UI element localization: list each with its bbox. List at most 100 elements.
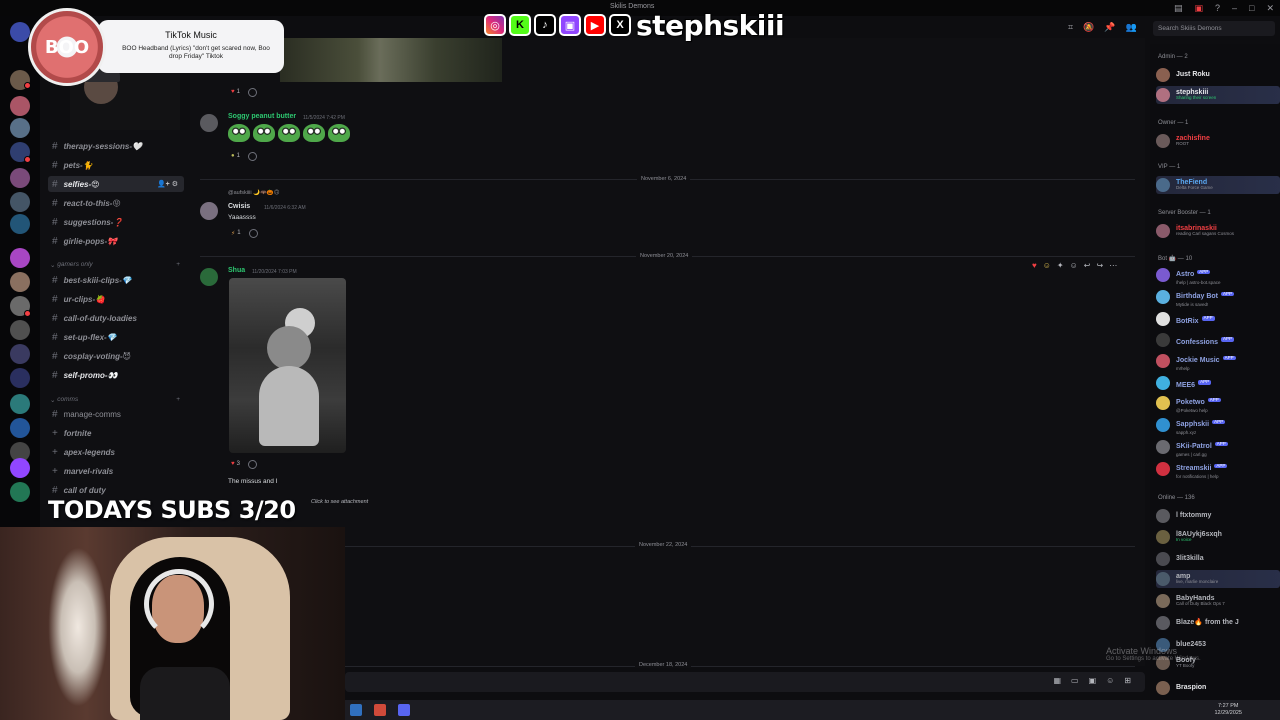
reaction-pill[interactable]: ⚡ 1 xyxy=(231,228,258,238)
avatar[interactable] xyxy=(200,114,218,132)
member-item[interactable]: 3lit3killa xyxy=(1156,550,1280,568)
server-icon[interactable] xyxy=(10,368,30,388)
avatar[interactable] xyxy=(200,268,218,286)
member-item[interactable]: ConfessionsAPP xyxy=(1156,331,1280,349)
add-reaction-icon[interactable] xyxy=(247,87,257,97)
channel-selfies[interactable]: # selfies-😍 👤+ ⚙ xyxy=(48,176,184,192)
server-icon[interactable] xyxy=(10,214,30,234)
reaction-pill[interactable]: ● 1 xyxy=(231,151,257,161)
discord-taskbar-icon[interactable] xyxy=(398,704,410,716)
member-item[interactable]: BabyHands Call of Duty Black Ops 7 xyxy=(1156,592,1280,610)
channel-suggestions[interactable]: # suggestions-❓ xyxy=(48,214,184,230)
member-item[interactable]: AstroAPP/help | astro-bot.space xyxy=(1156,266,1280,285)
member-item[interactable]: MEE6APP xyxy=(1156,374,1280,392)
member-item[interactable]: Birthday BotAPP Mytide is saved! xyxy=(1156,288,1280,307)
apps-icon[interactable]: ▦ xyxy=(1053,676,1061,685)
pin-icon[interactable]: 📌 xyxy=(1104,22,1115,33)
minimize-icon[interactable]: – xyxy=(1232,2,1237,14)
chrome-icon[interactable] xyxy=(374,704,386,716)
avatar[interactable] xyxy=(200,202,218,220)
attachment-photo[interactable] xyxy=(229,278,346,453)
channel-best-skiii-clips[interactable]: # best-skiii-clips-💎 xyxy=(48,272,184,288)
channel-girlie-pops[interactable]: # girlie-pops-🎀 xyxy=(48,233,184,249)
reply-snippet[interactable]: Click to see attachment xyxy=(311,499,368,505)
category-gamers-only[interactable]: ⌄ gamers only + xyxy=(50,261,180,269)
username[interactable]: Cwisis xyxy=(228,203,250,210)
member-item[interactable]: zachisfine ROOT xyxy=(1156,132,1280,150)
red-screen-icon[interactable]: ▣ xyxy=(1194,2,1203,14)
member-item[interactable]: PoketwoAPP @Poketwo help xyxy=(1156,394,1280,413)
channel-manage-comms[interactable]: # manage-comms xyxy=(48,406,184,422)
member-item[interactable]: l8AUykj6sxqh In voice xyxy=(1156,528,1280,546)
add-reaction-icon[interactable] xyxy=(248,228,258,238)
server-icon[interactable] xyxy=(10,320,30,340)
close-icon[interactable]: ✕ xyxy=(1266,2,1274,14)
member-item[interactable]: Blaze🔥 from the J xyxy=(1156,614,1280,632)
gift-icon[interactable]: ▭ xyxy=(1071,676,1079,685)
search-input[interactable]: Search Skiiis Demons xyxy=(1153,21,1275,36)
message-input[interactable]: ▦ ▭ ▣ ☺ ⊞ xyxy=(345,672,1145,692)
server-icon[interactable] xyxy=(10,482,30,502)
party-react-icon[interactable]: ✦ xyxy=(1057,261,1064,270)
server-icon[interactable] xyxy=(10,418,30,438)
reaction-pill[interactable]: ♥ 3 xyxy=(231,459,257,469)
server-icon[interactable] xyxy=(10,118,30,138)
server-icon[interactable] xyxy=(10,22,30,42)
members-icon[interactable]: 👥 xyxy=(1126,22,1137,33)
channel-therapy-sessions[interactable]: # therapy-sessions-🤍 xyxy=(48,138,184,154)
channel-pets[interactable]: # pets-🐈 xyxy=(48,157,184,173)
member-item[interactable]: TheFiend Delta Force Game xyxy=(1156,176,1280,194)
grid-icon[interactable]: ⊞ xyxy=(1124,676,1131,685)
twitch-server-icon[interactable] xyxy=(10,458,30,478)
voice-channel-apex-legends[interactable]: + apex-legends xyxy=(48,444,184,460)
attachment-image[interactable] xyxy=(280,38,502,82)
emoji-icon[interactable]: ☺ xyxy=(1106,676,1114,685)
channel-settings-icon[interactable]: 👤+ ⚙ xyxy=(157,180,178,188)
add-channel-icon[interactable]: + xyxy=(176,396,180,404)
member-item[interactable]: stephskiii Sharing their screen xyxy=(1156,86,1280,104)
add-reaction-icon[interactable] xyxy=(247,459,257,469)
member-item[interactable]: itsabrinaskii reading Carl sagans Cosmos xyxy=(1156,222,1280,240)
member-item[interactable]: SapphskiiAPP sapph.xyz xyxy=(1156,416,1280,435)
heart-react-icon[interactable]: ♥ xyxy=(1032,261,1037,270)
reply-icon[interactable]: ↩ xyxy=(1084,261,1091,270)
server-icon[interactable] xyxy=(10,168,30,188)
channel-cosplay-voting[interactable]: # cosplay-voting-😈 xyxy=(48,348,184,364)
member-item[interactable]: BotRixAPP xyxy=(1156,310,1280,328)
help-icon[interactable]: ? xyxy=(1215,2,1220,14)
steam-icon[interactable] xyxy=(350,704,362,716)
threads-icon[interactable]: ⌗ xyxy=(1068,22,1073,33)
smile-react-icon[interactable]: ☺ xyxy=(1043,261,1051,270)
voice-channel-marvel-rivals[interactable]: + marvel-rivals xyxy=(48,463,184,479)
channel-react-to-this[interactable]: # react-to-this-😝 xyxy=(48,195,184,211)
channel-call-of-duty-loadies[interactable]: # call-of-duty-loadies xyxy=(48,310,184,326)
channel-set-up-flex[interactable]: # set-up-flex-💎 xyxy=(48,329,184,345)
member-item[interactable]: Just Roku xyxy=(1156,66,1280,84)
username[interactable]: Soggy peanut butter xyxy=(228,113,296,120)
server-icon[interactable] xyxy=(10,272,30,292)
member-item[interactable]: Jockie MusicAPP m!help xyxy=(1156,352,1280,371)
server-icon[interactable] xyxy=(10,394,30,414)
add-reaction-icon[interactable] xyxy=(247,151,257,161)
inbox-icon[interactable]: ▤ xyxy=(1174,2,1183,14)
channel-ur-clips[interactable]: # ur-clips-🍓 xyxy=(48,291,184,307)
server-icon[interactable] xyxy=(10,96,30,116)
channel-self-promo[interactable]: # self-promo-👀 xyxy=(48,367,184,383)
add-channel-icon[interactable]: + xyxy=(176,261,180,269)
server-icon[interactable] xyxy=(10,192,30,212)
server-icon[interactable] xyxy=(10,344,30,364)
add-reaction-icon[interactable]: ☺ xyxy=(1070,261,1078,270)
reaction-pill[interactable]: ♥ 1 xyxy=(231,87,257,97)
server-icon[interactable] xyxy=(10,248,30,268)
member-item[interactable]: amp live, marlie monclaire xyxy=(1156,570,1280,588)
member-item[interactable]: StreamskiiAPP for notifications | help xyxy=(1156,460,1280,479)
voice-channel-fortnite[interactable]: + fortnite xyxy=(48,425,184,441)
gif-icon[interactable]: ▣ xyxy=(1089,676,1097,685)
maximize-icon[interactable]: □ xyxy=(1249,2,1254,14)
username[interactable]: Shua xyxy=(228,267,245,274)
mute-icon[interactable]: 🔕 xyxy=(1083,22,1094,33)
more-icon[interactable]: ⋯ xyxy=(1109,261,1117,270)
member-item[interactable]: l ftxtommy xyxy=(1156,507,1280,525)
category-comms[interactable]: ⌄ comms + xyxy=(50,396,180,404)
system-clock[interactable]: 7:27 PM 12/29/2025 xyxy=(1214,703,1242,716)
